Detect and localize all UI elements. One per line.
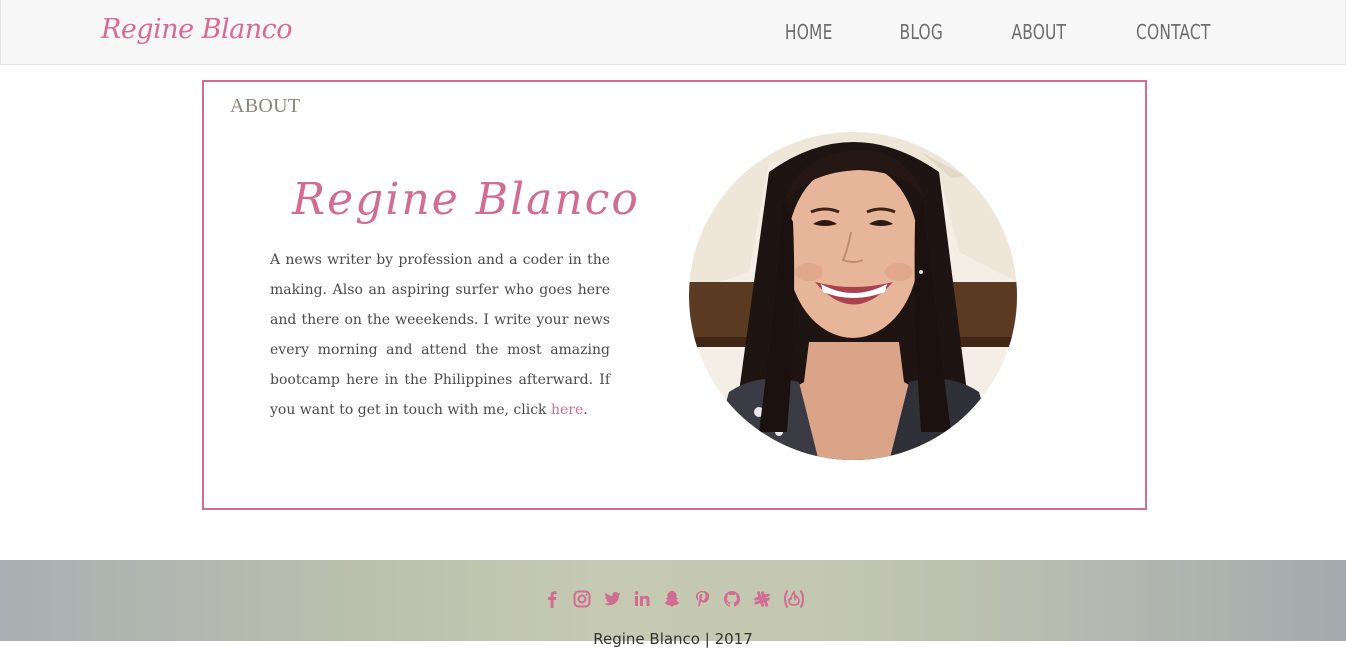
footer: Regine Blanco | 2017 xyxy=(0,560,1346,648)
bio-end: . xyxy=(583,402,588,418)
facebook-icon[interactable] xyxy=(541,588,563,610)
linkedin-icon[interactable] xyxy=(631,588,653,610)
social-links xyxy=(541,587,815,611)
github-icon[interactable] xyxy=(721,588,743,610)
copyright-text: Regine Blanco | 2017 xyxy=(593,630,753,648)
freecodecamp-icon[interactable] xyxy=(781,588,807,610)
profile-photo-illustration xyxy=(689,132,1017,460)
nav-about[interactable]: ABOUT xyxy=(985,20,1091,44)
nav-contact[interactable]: CONTACT xyxy=(1111,20,1237,44)
nav-home[interactable]: HOME xyxy=(759,20,858,44)
instagram-icon[interactable] xyxy=(571,588,593,610)
nav-blog[interactable]: BLOG xyxy=(874,20,969,44)
profile-photo xyxy=(689,132,1017,460)
about-bio: A news writer by profession and a coder … xyxy=(270,245,610,425)
bio-text: A news writer by profession and a coder … xyxy=(270,252,610,418)
about-name: Regine Blanco xyxy=(292,174,640,225)
section-heading: ABOUT xyxy=(230,95,301,117)
contact-link[interactable]: here xyxy=(551,402,583,418)
snapchat-icon[interactable] xyxy=(661,588,683,610)
slack-icon[interactable] xyxy=(751,588,773,610)
brand-logo[interactable]: Regine Blanco xyxy=(101,14,293,45)
nav-links: HOME BLOG ABOUT CONTACT xyxy=(751,0,1345,64)
twitter-icon[interactable] xyxy=(601,588,623,610)
navbar: Regine Blanco HOME BLOG ABOUT CONTACT xyxy=(0,0,1346,65)
about-card: ABOUT Regine Blanco A news writer by pro… xyxy=(202,80,1147,510)
pinterest-icon[interactable] xyxy=(691,588,713,610)
